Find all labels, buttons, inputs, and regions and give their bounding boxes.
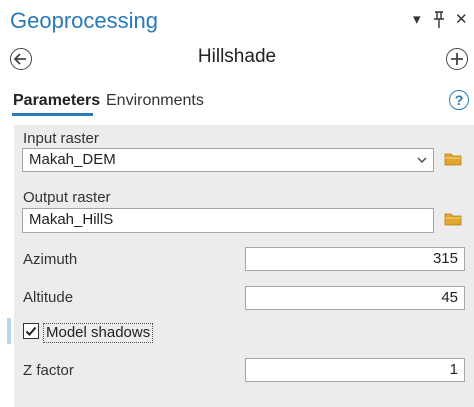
pane-title: Geoprocessing xyxy=(10,8,158,33)
tab-environments[interactable]: Environments xyxy=(106,92,204,110)
z-factor-input[interactable]: 1 xyxy=(245,358,465,382)
tab-parameters[interactable]: Parameters xyxy=(13,92,100,110)
pane-menu-icon[interactable]: ▾ xyxy=(413,12,421,28)
model-shadows-checkbox[interactable] xyxy=(23,323,39,339)
plus-icon xyxy=(451,53,463,65)
input-raster-folder-icon[interactable] xyxy=(444,152,462,166)
input-raster-label: Input raster xyxy=(23,130,99,147)
help-icon[interactable]: ? xyxy=(449,90,469,110)
altitude-input[interactable]: 45 xyxy=(245,286,465,310)
output-raster-input[interactable]: Makah_HillS xyxy=(22,208,434,233)
active-tab-indicator xyxy=(12,113,93,116)
output-raster-value: Makah_HillS xyxy=(29,211,114,228)
azimuth-label: Azimuth xyxy=(23,251,78,268)
output-raster-folder-icon[interactable] xyxy=(444,212,462,226)
close-icon[interactable]: ✕ xyxy=(455,12,468,28)
azimuth-input[interactable]: 315 xyxy=(245,247,465,271)
output-raster-label: Output raster xyxy=(23,189,111,206)
add-button[interactable] xyxy=(446,48,468,70)
z-factor-label: Z factor xyxy=(23,362,74,379)
tool-title: Hillshade xyxy=(197,46,277,67)
altitude-label: Altitude xyxy=(23,289,74,306)
model-shadows-label[interactable]: Model shadows xyxy=(43,323,154,343)
input-raster-value: Makah_DEM xyxy=(29,151,116,168)
checkmark-icon xyxy=(25,326,37,336)
row-selection-indicator xyxy=(7,318,11,344)
pin-icon[interactable] xyxy=(432,11,446,29)
input-raster-dropdown[interactable]: Makah_DEM xyxy=(22,148,434,172)
chevron-down-icon xyxy=(417,157,427,163)
